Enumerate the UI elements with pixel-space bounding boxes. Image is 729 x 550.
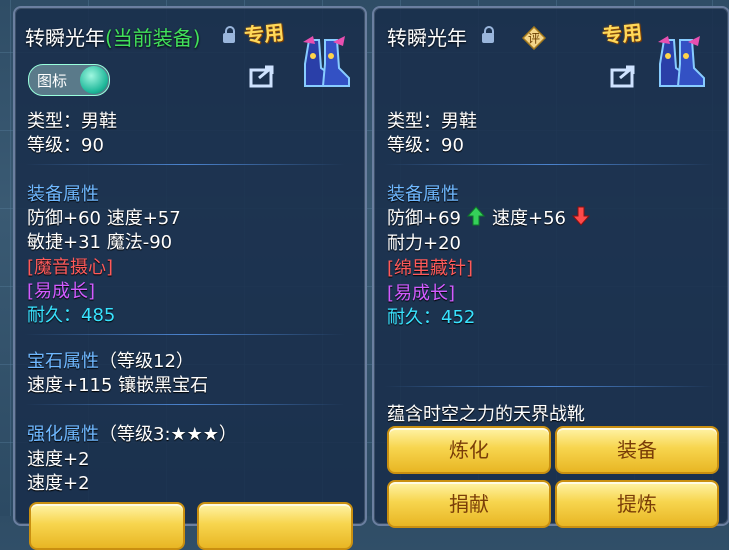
icon-toggle[interactable]: 图标 [28, 64, 110, 96]
divider [384, 164, 714, 165]
compare-item-tooltip: 转瞬光年 评 专用 类型：男鞋 等级：90 装备属性 防御+69 速度+56 耐… [372, 6, 729, 528]
item-description: 蕴含时空之力的天界战靴 [387, 404, 585, 425]
enhance-line: 速度+2 [27, 449, 90, 470]
attr-line: 敏捷+31 魔法-90 [27, 232, 173, 253]
speed-attr: 速度+56 [492, 208, 566, 229]
svg-text:评: 评 [528, 32, 540, 46]
attr-line: 防御+60 速度+57 [27, 208, 181, 229]
gem-heading: 宝石属性（等级12） [27, 351, 194, 372]
item-level: 等级：90 [27, 135, 104, 156]
share-icon[interactable] [610, 64, 638, 88]
arrow-down-icon [572, 206, 590, 226]
boots-icon [658, 36, 705, 87]
divider [25, 404, 345, 405]
item-level: 等级：90 [387, 135, 464, 156]
boots-icon [303, 36, 350, 87]
defense-attr: 防御+69 [387, 208, 461, 229]
toggle-knob [80, 66, 108, 94]
share-icon[interactable] [249, 64, 277, 88]
special-skill: [魔音摄心] [27, 257, 114, 278]
special-skill: [绵里藏针] [387, 258, 474, 279]
divider [384, 386, 714, 387]
lock-icon [223, 26, 235, 43]
durability: 耐久：485 [27, 305, 116, 326]
special-effect: [易成长] [387, 283, 456, 304]
equip-attr-heading: 装备属性 [387, 184, 459, 205]
appraise-icon[interactable]: 评 [522, 26, 546, 50]
left-button-1[interactable] [29, 502, 185, 550]
lock-icon [482, 26, 494, 43]
extract-button[interactable]: 提炼 [555, 480, 719, 528]
special-tag: 专用 [243, 19, 286, 49]
special-effect: [易成长] [27, 281, 96, 302]
arrow-up-icon [467, 206, 485, 226]
current-equipment-tooltip: 转瞬光年(当前装备) 专用 图标 类型：男鞋 等级：90 装备属性 防御+60 … [13, 6, 367, 550]
icon-toggle-label: 图标 [37, 72, 68, 90]
left-button-2[interactable] [197, 502, 353, 550]
attr-line: 耐力+20 [387, 233, 461, 254]
divider [25, 334, 345, 335]
refine-button[interactable]: 炼化 [387, 426, 551, 474]
item-title: 转瞬光年 [387, 26, 467, 50]
durability: 耐久：452 [387, 307, 476, 328]
gem-line: 速度+115 镶嵌黑宝石 [27, 375, 209, 396]
equipped-status: (当前装备) [105, 26, 201, 50]
equip-attr-heading: 装备属性 [27, 184, 99, 205]
divider [25, 164, 345, 165]
equip-button[interactable]: 装备 [555, 426, 719, 474]
item-title: 转瞬光年(当前装备) [25, 26, 201, 50]
item-type: 类型：男鞋 [387, 111, 477, 132]
enhance-line: 速度+2 [27, 473, 90, 494]
donate-button[interactable]: 捐献 [387, 480, 551, 528]
item-type: 类型：男鞋 [27, 111, 117, 132]
special-tag: 专用 [601, 19, 644, 49]
enhance-heading: 强化属性（等级3:★★★） [27, 424, 237, 445]
